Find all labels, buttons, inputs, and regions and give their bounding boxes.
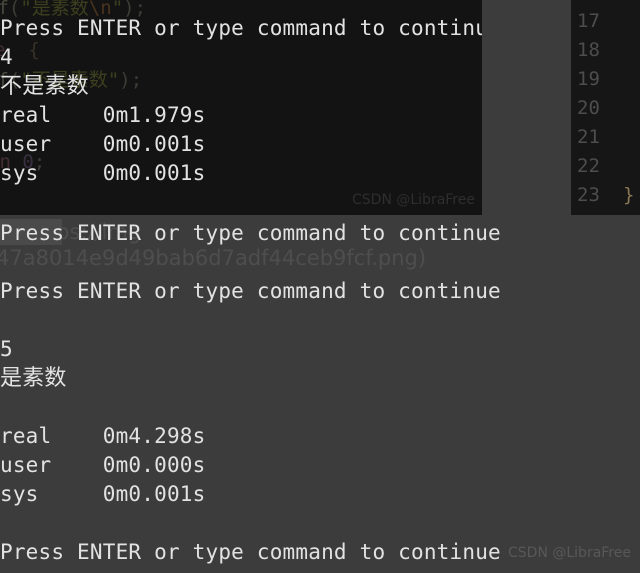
gutter-line: 19 — [567, 65, 640, 94]
code-token: ; — [130, 69, 143, 91]
gutter-line: 16 — [567, 0, 640, 7]
line-number: 16 — [577, 0, 600, 7]
gutter-line: 17 — [567, 7, 640, 36]
line-number: 22 — [577, 155, 600, 177]
gutter-line: 23} — [567, 181, 640, 210]
line-number: 17 — [577, 10, 600, 32]
editor-line-number-gutter: 1617181920212223}24 — [567, 0, 640, 215]
code-brace: } — [623, 184, 635, 206]
lower-terminal-panel: k(https://img 47a8014e9d49bab6d7adf44ceb9… — [0, 215, 640, 573]
editor-right-gap — [482, 0, 567, 215]
watermark-upper: CSDN @LibraFree — [352, 192, 475, 208]
terminal-output-line: sys 0m0.001s — [0, 482, 206, 506]
terminal-output-line: user 0m0.000s — [0, 453, 206, 477]
vertical-scrollbar-track[interactable] — [501, 215, 514, 573]
terminal-output-line: 4 — [0, 45, 13, 69]
line-number: 23 — [577, 184, 600, 206]
code-editor-body[interactable]: tf("是素数\n");e {tf("不是素数");rn 0; Press EN… — [0, 0, 482, 215]
terminal-output-line: sys 0m0.001s — [0, 161, 206, 185]
line-number: 20 — [577, 97, 600, 119]
terminal-output-line: 是素数 — [0, 366, 67, 391]
terminal-output-line: Press ENTER or type command to continue — [0, 16, 482, 40]
upper-terminal-panel: tf("是素数\n");e {tf("不是素数");rn 0; Press EN… — [0, 0, 640, 215]
terminal-output-line: Press ENTER or type command to continue — [0, 279, 501, 303]
terminal-output-line: user 0m0.001s — [0, 132, 206, 156]
code-token: ) — [119, 69, 131, 91]
terminal-output-line: Press ENTER or type command to continue — [0, 221, 501, 245]
line-number: 19 — [577, 68, 600, 90]
terminal-output-line: 不是素数 — [0, 74, 89, 99]
line-number: 18 — [577, 39, 600, 61]
gutter-line: 22 — [567, 152, 640, 181]
gutter-line: 21 — [567, 123, 640, 152]
gutter-line: 20 — [567, 94, 640, 123]
terminal-output-line: Press ENTER or type command to continue — [0, 540, 501, 564]
line-number: 21 — [577, 126, 600, 148]
terminal-output-line: 5 — [0, 337, 13, 361]
screenshot-root: tf("是素数\n");e {tf("不是素数");rn 0; Press EN… — [0, 0, 640, 573]
watermark-lower: CSDN @LibraFree — [508, 545, 631, 561]
ghost-text-line: 47a8014e9d49bab6d7adf44ceb9fcf.png) — [0, 246, 427, 270]
gutter-line: 18 — [567, 36, 640, 65]
terminal-output-line: real 0m1.979s — [0, 103, 206, 127]
terminal-output-line: real 0m4.298s — [0, 424, 206, 448]
